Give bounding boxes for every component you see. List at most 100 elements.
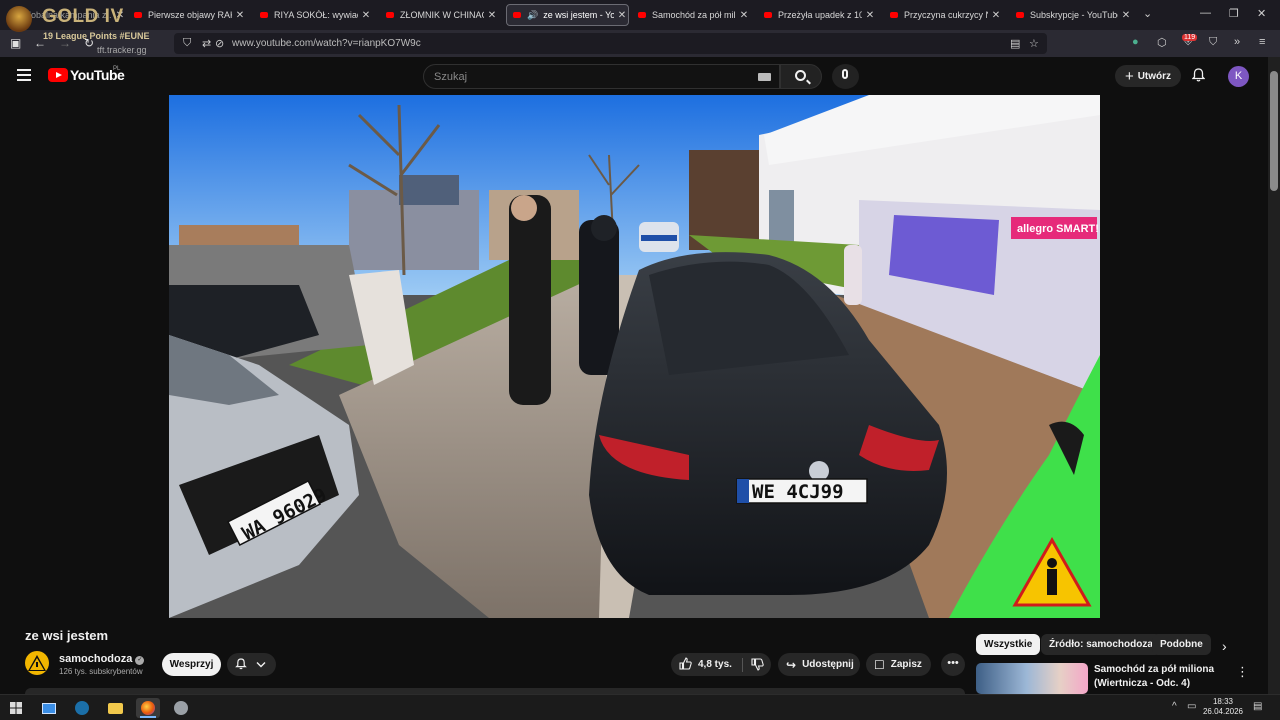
like-divider [741, 657, 743, 672]
maximize-icon[interactable]: ❐ [1229, 7, 1239, 20]
camera-off-icon[interactable]: ⊘ [215, 37, 224, 50]
taskbar-app-firefox[interactable] [136, 698, 160, 718]
chip-from-channel[interactable]: Źródło: samochodoza [1041, 634, 1161, 655]
tab-8[interactable]: Przyczyna cukrzycy NR1 ✕ [890, 4, 1002, 26]
channel-avatar[interactable] [25, 651, 49, 675]
page-scrollbar[interactable] [1268, 57, 1280, 694]
youtube-header: YouTube PL Szukaj + Utwórz K [0, 57, 1268, 95]
save-button[interactable]: ☐ Zapisz [866, 653, 931, 676]
person-2 [579, 220, 619, 375]
monitor-app-icon [42, 702, 56, 714]
tab-9[interactable]: Subskrypcje - YouTube ✕ [1016, 4, 1132, 26]
tab-label: Przyczyna cukrzycy NR1 [904, 10, 988, 20]
thumbs-down-icon [751, 658, 764, 671]
verified-check-icon: ✓ [135, 656, 145, 665]
minimize-icon[interactable]: — [1200, 7, 1211, 19]
create-button[interactable]: + Utwórz [1115, 65, 1181, 87]
share-button[interactable]: ↪ Udostępnij [778, 653, 860, 676]
taskbar-app-monitor[interactable] [37, 698, 61, 718]
speaker-icon[interactable]: 🔊 [527, 10, 538, 21]
url-text[interactable]: www.youtube.com/watch?v=rianpKO7W9c [232, 38, 421, 49]
tab-close-icon[interactable]: ✕ [486, 10, 498, 21]
save-label: Zapisz [890, 659, 922, 670]
tab-6[interactable]: Samochód za pół milion ✕ [638, 4, 750, 26]
address-bar[interactable]: ⛉ ⇄ ⊘ www.youtube.com/watch?v=rianpKO7W9… [174, 33, 1047, 54]
tab-close-icon[interactable]: ✕ [1120, 10, 1132, 21]
privacy-icon[interactable]: ⛉ [1209, 36, 1217, 49]
video-title: ze wsi jestem [25, 628, 109, 643]
tracker-app-icon [174, 701, 188, 715]
taskbar-app-explorer[interactable] [103, 698, 127, 718]
youtube-favicon-icon [890, 12, 898, 18]
search-button[interactable] [780, 64, 822, 89]
tab-list-chevron-icon[interactable]: ⌄ [1143, 7, 1152, 20]
tab-3[interactable]: RIYA SOKÓŁ: wywiad, pie ✕ [260, 4, 372, 26]
hamburger-menu-icon[interactable] [17, 69, 31, 81]
rank-emblem-icon [6, 6, 32, 32]
support-button[interactable]: Wesprzyj [162, 653, 221, 676]
notifications-icon[interactable]: ▤ [1253, 701, 1262, 712]
chip-all[interactable]: Wszystkie [976, 634, 1041, 655]
keyboard-icon[interactable] [758, 73, 771, 81]
youtube-favicon-icon [638, 12, 646, 18]
recommendation-more-icon[interactable]: ⋮ [1236, 664, 1249, 680]
app-menu-icon[interactable]: ≡ [1259, 36, 1265, 48]
network-icon[interactable]: ▭ [1187, 701, 1196, 712]
account-avatar[interactable]: K [1228, 66, 1249, 87]
tab-label: Subskrypcje - YouTube [1030, 10, 1118, 20]
start-button[interactable] [4, 698, 28, 718]
steam-icon [75, 701, 89, 715]
recommendation-thumbnail[interactable] [976, 663, 1088, 694]
notifications-bell-icon[interactable] [1192, 68, 1205, 82]
youtube-favicon-icon [260, 12, 268, 18]
front-car-plate-text: WE 4CJ99 [752, 481, 844, 503]
extensions-icon[interactable]: ⬡ [1157, 36, 1167, 49]
video-player[interactable]: allegro SMART! WA 96029 WE 4CJ99 [169, 95, 1100, 618]
tab-close-icon[interactable]: ✕ [616, 10, 628, 21]
youtube-play-icon [48, 68, 68, 82]
recommendation-title[interactable]: Samochód za pół miliona (Wiertnicza - Od… [1094, 663, 1224, 691]
scrollbar-thumb[interactable] [1270, 71, 1278, 191]
tab-close-icon[interactable]: ✕ [738, 10, 750, 21]
taskbar-app-steam[interactable] [70, 698, 94, 718]
shield-icon[interactable]: ⛉ [183, 37, 191, 50]
windows-taskbar: ^ ▭ 18:33 26.04.2026 ▤ [0, 694, 1280, 720]
tab-label: Pierwsze objawy RAKA P [148, 10, 232, 20]
folder-icon [107, 702, 123, 714]
close-window-icon[interactable]: ✕ [1257, 7, 1266, 20]
person-3 [844, 245, 862, 305]
extension-shield-icon[interactable]: ● [1132, 36, 1139, 48]
share-icon: ↪ [786, 657, 797, 672]
chips-next-chevron-icon[interactable]: › [1222, 638, 1227, 654]
like-count: 4,8 tys. [698, 659, 732, 670]
dislike-button[interactable] [751, 658, 764, 671]
taskbar-clock[interactable]: 18:33 26.04.2026 [1202, 697, 1244, 717]
more-actions-icon[interactable]: ••• [941, 653, 965, 676]
clock-time: 18:33 [1212, 697, 1234, 706]
tab-close-icon[interactable]: ✕ [990, 10, 1002, 21]
tracker-overlay: GOLD IV 19 League Points #EUNE tft.track… [6, 4, 156, 56]
youtube-favicon-icon [1016, 12, 1024, 18]
chip-related[interactable]: Podobne [1152, 634, 1211, 655]
tab-7[interactable]: Przeżyła upadek z 10 000 ✕ [764, 4, 876, 26]
channel-name[interactable]: samochodoza ✓ [59, 653, 145, 665]
subscription-notifications-button[interactable] [227, 653, 276, 676]
search-placeholder: Szukaj [434, 71, 468, 83]
reader-view-icon[interactable]: ▤ [1010, 37, 1020, 50]
tab-close-icon[interactable]: ✕ [234, 10, 246, 21]
create-label: Utwórz [1137, 70, 1172, 82]
voice-search-button[interactable] [832, 64, 859, 89]
tab-close-icon[interactable]: ✕ [360, 10, 372, 21]
tab-4[interactable]: ZŁOMNIK W CHINACH # ✕ [386, 4, 498, 26]
tab-close-icon[interactable]: ✕ [864, 10, 876, 21]
overflow-chevron-icon[interactable]: » [1234, 36, 1240, 48]
tray-chevron-icon[interactable]: ^ [1172, 701, 1177, 712]
subscription-bell-icon [235, 658, 266, 670]
search-input[interactable]: Szukaj [423, 64, 780, 89]
clock-date: 26.04.2026 [1202, 707, 1244, 716]
taskbar-app-tracker[interactable] [169, 698, 193, 718]
bookmark-star-icon[interactable]: ☆ [1029, 37, 1039, 50]
tab-active[interactable]: 🔊 ze wsi jestem - YouT ✕ [506, 4, 629, 26]
permissions-icon[interactable]: ⇄ [202, 37, 211, 50]
like-button[interactable] [679, 656, 692, 673]
